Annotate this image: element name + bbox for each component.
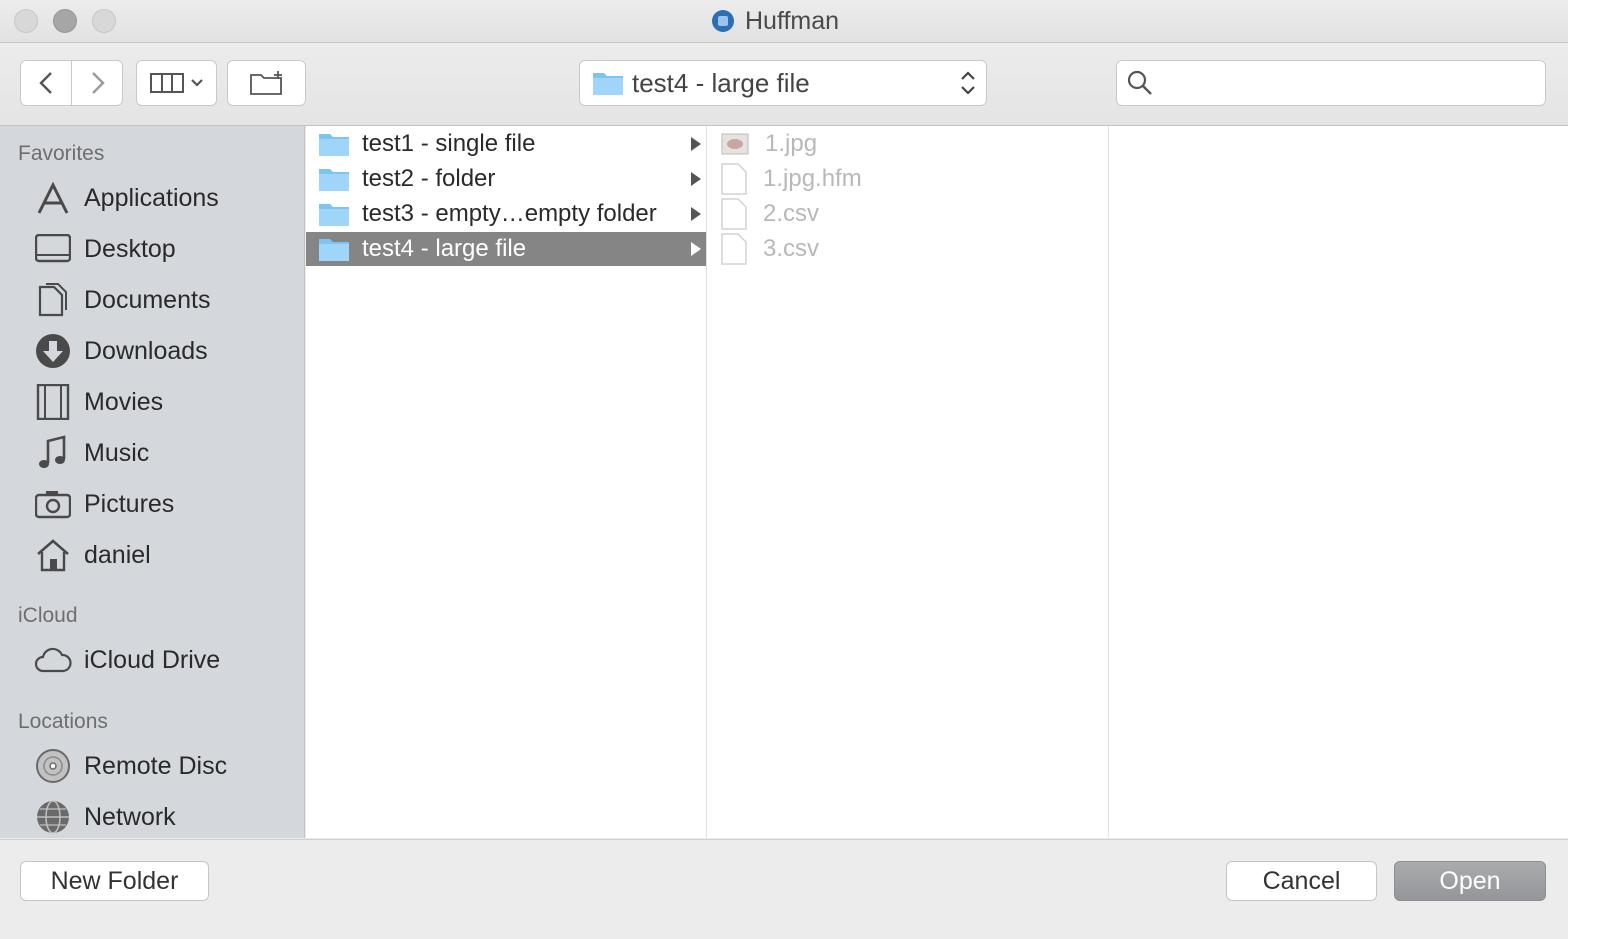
back-button[interactable]	[21, 61, 71, 105]
sidebar-item-applications[interactable]: Applications	[34, 178, 219, 218]
sidebar: Favorites Applications Desktop Documents…	[0, 126, 305, 838]
browser-column-1: test1 - single file test2 - folder test3…	[306, 126, 707, 838]
toolbar: test4 - large file	[0, 43, 1568, 126]
sidebar-item-label: Documents	[84, 285, 211, 314]
list-item[interactable]: test2 - folder	[306, 162, 706, 196]
disc-icon	[34, 747, 72, 785]
network-icon	[34, 798, 72, 836]
sidebar-item-label: iCloud Drive	[84, 645, 221, 674]
sidebar-item-remote-disc[interactable]: Remote Disc	[34, 746, 227, 786]
sidebar-item-home[interactable]: daniel	[34, 535, 151, 575]
list-item: 2.csv	[707, 197, 1108, 231]
document-file-icon	[721, 163, 747, 195]
applications-icon	[34, 179, 72, 217]
music-icon	[34, 434, 72, 472]
pictures-icon	[34, 485, 72, 523]
forward-button[interactable]	[72, 61, 123, 105]
path-selector[interactable]: test4 - large file	[579, 60, 987, 106]
search-input[interactable]	[1161, 69, 1545, 97]
disclosure-arrow-icon	[691, 207, 701, 221]
cancel-button[interactable]: Cancel	[1226, 861, 1377, 901]
sidebar-item-label: Movies	[84, 387, 164, 416]
list-item-label: 3.csv	[763, 235, 820, 262]
documents-icon	[34, 281, 72, 319]
close-window-button[interactable]	[14, 9, 38, 33]
document-file-icon	[721, 198, 747, 230]
chevron-left-icon	[39, 72, 52, 94]
open-dialog-window: Huffman test4 - large file Favorites App…	[0, 0, 1569, 939]
path-selector-label: test4 - large file	[632, 67, 810, 98]
sidebar-item-network[interactable]: Network	[34, 797, 176, 837]
sidebar-item-label: Music	[84, 438, 150, 467]
sidebar-item-label: Pictures	[84, 489, 175, 518]
new-folder-button[interactable]: New Folder	[20, 861, 209, 901]
sidebar-item-music[interactable]: Music	[34, 433, 149, 473]
home-icon	[34, 536, 72, 574]
sidebar-item-downloads[interactable]: Downloads	[34, 331, 208, 371]
folder-icon	[319, 204, 349, 226]
list-item: 1.jpg.hfm	[707, 162, 1108, 196]
folder-icon	[319, 169, 349, 191]
sidebar-item-label: Applications	[84, 183, 219, 212]
list-item: 3.csv	[707, 232, 1108, 266]
list-item[interactable]: test1 - single file	[306, 127, 706, 161]
cloud-icon	[34, 641, 72, 679]
browser-column-2: 1.jpg 1.jpg.hfm 2.csv 3.csv	[707, 126, 1109, 838]
app-icon	[712, 10, 734, 32]
sidebar-item-documents[interactable]: Documents	[34, 280, 210, 320]
sidebar-item-label: Remote Disc	[84, 751, 228, 780]
sidebar-section-favorites: Favorites	[18, 142, 105, 165]
document-file-icon	[721, 233, 747, 265]
chevron-down-icon	[190, 79, 203, 87]
up-down-arrows-icon	[961, 71, 975, 95]
image-file-icon	[721, 133, 749, 155]
list-item-label: test1 - single file	[362, 130, 536, 157]
open-button[interactable]: Open	[1394, 861, 1546, 901]
downloads-icon	[34, 332, 72, 370]
movies-icon	[34, 383, 72, 421]
disclosure-arrow-icon	[691, 172, 701, 186]
sidebar-item-label: Network	[84, 802, 176, 831]
column-view-icon	[149, 73, 184, 93]
list-item: 1.jpg	[707, 127, 1108, 161]
sidebar-item-icloud-drive[interactable]: iCloud Drive	[34, 640, 220, 680]
minimize-window-button[interactable]	[53, 9, 77, 33]
window-title: Huffman	[712, 6, 839, 36]
browser-column-3	[1109, 126, 1568, 838]
sidebar-section-icloud: iCloud	[18, 604, 78, 627]
zoom-window-button[interactable]	[92, 9, 116, 33]
list-item-label: test2 - folder	[362, 165, 496, 192]
desktop-icon	[34, 230, 72, 268]
list-item[interactable]: test3 - empty…empty folder	[306, 197, 706, 231]
new-folder-icon	[249, 71, 282, 95]
sidebar-section-locations: Locations	[18, 710, 108, 733]
search-icon	[1127, 70, 1152, 95]
disclosure-arrow-icon	[691, 137, 701, 151]
sidebar-item-label: Desktop	[84, 234, 176, 263]
list-item-selected[interactable]: test4 - large file	[306, 232, 706, 266]
list-item-label: 1.jpg.hfm	[763, 165, 862, 192]
chevron-right-icon	[91, 72, 105, 94]
folder-icon	[319, 239, 349, 261]
window-title-text: Huffman	[745, 6, 840, 35]
view-mode-button[interactable]	[136, 60, 217, 106]
list-item-label: test4 - large file	[362, 235, 527, 262]
sidebar-item-label: daniel	[84, 540, 151, 569]
title-bar: Huffman	[0, 0, 1568, 43]
list-item-label: 2.csv	[763, 200, 820, 227]
sidebar-item-movies[interactable]: Movies	[34, 382, 163, 422]
navigation-buttons	[20, 60, 123, 106]
list-item-label: test3 - empty…empty folder	[362, 200, 657, 227]
folder-icon	[319, 134, 349, 156]
search-field[interactable]	[1116, 60, 1546, 106]
toolbar-new-folder-button[interactable]	[227, 60, 306, 106]
disclosure-arrow-icon	[691, 242, 701, 256]
dialog-footer: New Folder Cancel Open	[0, 839, 1568, 939]
sidebar-item-desktop[interactable]: Desktop	[34, 229, 176, 269]
sidebar-item-label: Downloads	[84, 336, 208, 365]
folder-icon	[593, 73, 623, 95]
sidebar-item-pictures[interactable]: Pictures	[34, 484, 174, 524]
background-area	[1568, 0, 1600, 938]
list-item-label: 1.jpg	[765, 130, 818, 157]
